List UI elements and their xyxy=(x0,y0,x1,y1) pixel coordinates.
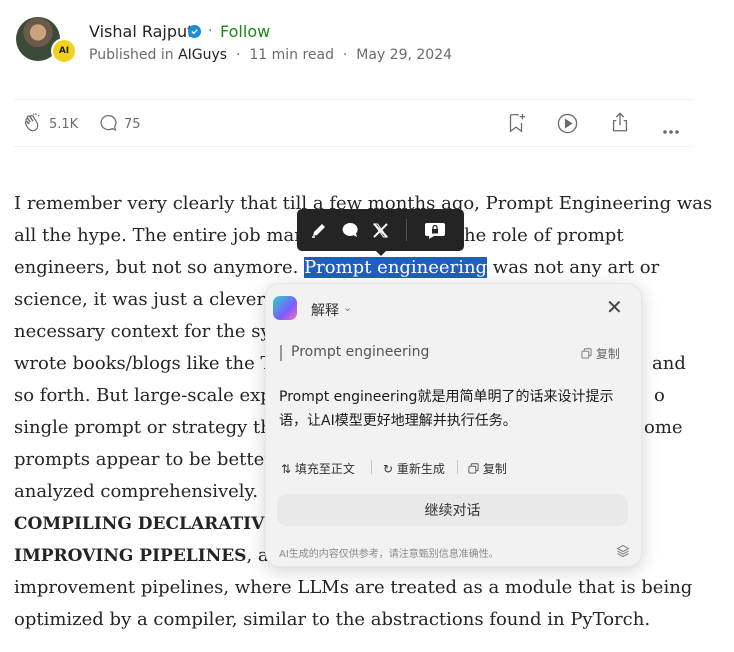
paragraph-line: single prompt or strategy tha xyxy=(14,417,283,438)
ai-assistant-logo-icon xyxy=(273,296,297,320)
panel-title[interactable]: 解释 xyxy=(311,300,339,320)
selected-text[interactable]: Prompt engineering xyxy=(304,257,488,278)
paragraph-line: optimized by a compiler, similar to the … xyxy=(14,609,651,630)
comment-icon[interactable] xyxy=(340,221,360,243)
divider-bottom xyxy=(14,146,694,147)
x-share-icon[interactable] xyxy=(372,222,389,243)
layers-icon[interactable] xyxy=(616,543,630,562)
paragraph-line: and xyxy=(652,353,686,374)
read-time: 11 min read xyxy=(249,47,335,63)
paragraph-line: science, it was just a clever H xyxy=(14,289,287,310)
response-count: 75 xyxy=(124,117,141,132)
paragraph-line: so forth. But large-scale expe xyxy=(14,385,283,406)
continue-chat-button[interactable]: 继续对话 xyxy=(277,494,628,526)
published-in-label: Published in xyxy=(89,47,174,63)
follow-button[interactable]: Follow xyxy=(220,22,270,41)
copy-icon xyxy=(468,463,479,474)
clap-count: 5.1K xyxy=(49,117,79,132)
response-icon[interactable] xyxy=(98,113,119,138)
publish-date: May 29, 2024 xyxy=(356,47,453,63)
publication-badge-text: AI xyxy=(53,40,75,62)
publication-link[interactable]: AIGuys xyxy=(178,47,227,63)
separator-dot: · xyxy=(231,47,245,63)
ai-answer-text: Prompt engineering就是用简单明了的话来设计提示语，让AI模型更… xyxy=(279,389,614,429)
fill-arrows-icon: ⇅ xyxy=(281,462,292,476)
paragraph-line: improvement pipelines, where LLMs are tr… xyxy=(14,577,693,598)
text-fragment: engineers, but not so anymore. xyxy=(14,257,305,278)
copy-quote-button[interactable]: 复制 xyxy=(581,345,620,362)
clap-icon[interactable] xyxy=(22,112,44,138)
separator-dot: · xyxy=(338,47,352,63)
paragraph-line: all the hype. The entire job mark xyxy=(14,225,314,246)
paragraph-line: necessary context for the sys xyxy=(14,321,280,342)
refresh-icon: ↻ xyxy=(383,462,394,476)
publication-avatar[interactable]: AI xyxy=(51,38,77,64)
paragraph-line: prompts appear to be better xyxy=(14,449,273,470)
bold-text: IMPROVING PIPELINES xyxy=(14,546,247,566)
verified-icon xyxy=(188,25,201,38)
paragraph-line: he role of prompt xyxy=(464,225,624,246)
regenerate-button[interactable]: ↻ 重新生成 xyxy=(383,460,445,477)
bookmark-add-icon[interactable] xyxy=(505,112,527,138)
close-icon[interactable]: ✕ xyxy=(606,297,623,317)
paragraph-line: engineers, but not so anymore. Prompt en… xyxy=(14,252,659,284)
quote-bar xyxy=(280,345,282,361)
paragraph-line: o xyxy=(654,385,665,406)
paragraph-line: ome xyxy=(644,417,683,438)
chevron-down-icon[interactable]: ⌄ xyxy=(343,301,352,314)
paragraph-line-bold: COMPILING DECLARATIVE xyxy=(14,514,278,534)
regenerate-label: 重新生成 xyxy=(396,462,445,476)
private-note-icon[interactable] xyxy=(424,221,446,244)
divider-top xyxy=(14,99,694,100)
action-separator xyxy=(457,460,458,474)
toolbar-separator xyxy=(406,219,407,241)
paragraph-line: wrote books/blogs like the To xyxy=(14,353,282,374)
text-fragment: was not any art or xyxy=(487,257,660,278)
separator-dot: · xyxy=(208,23,213,39)
fill-label: 填充至正文 xyxy=(294,462,355,476)
copy-label: 复制 xyxy=(482,462,507,476)
article-meta: Published in AIGuys · 11 min read · May … xyxy=(89,47,452,63)
author-name[interactable]: Vishal Rajput xyxy=(89,22,193,41)
copy-icon xyxy=(581,348,592,359)
quoted-selection: Prompt engineering xyxy=(291,344,430,360)
ai-disclaimer: AI生成的内容仅供参考，请注意甄别信息准确性。 xyxy=(279,549,499,560)
copy-answer-button[interactable]: 复制 xyxy=(468,460,507,477)
toolbar-arrow xyxy=(374,249,388,256)
copy-label: 复制 xyxy=(595,347,620,361)
paragraph-line: IMPROVING PIPELINES, a fr xyxy=(14,540,290,572)
share-icon[interactable] xyxy=(609,111,631,138)
highlight-pen-icon[interactable] xyxy=(310,221,328,243)
action-separator xyxy=(371,460,372,474)
more-options-icon[interactable] xyxy=(662,120,680,139)
play-icon[interactable] xyxy=(556,112,579,139)
fill-to-text-button[interactable]: ⇅ 填充至正文 xyxy=(281,460,355,477)
paragraph-line: analyzed comprehensively. S xyxy=(14,481,277,502)
